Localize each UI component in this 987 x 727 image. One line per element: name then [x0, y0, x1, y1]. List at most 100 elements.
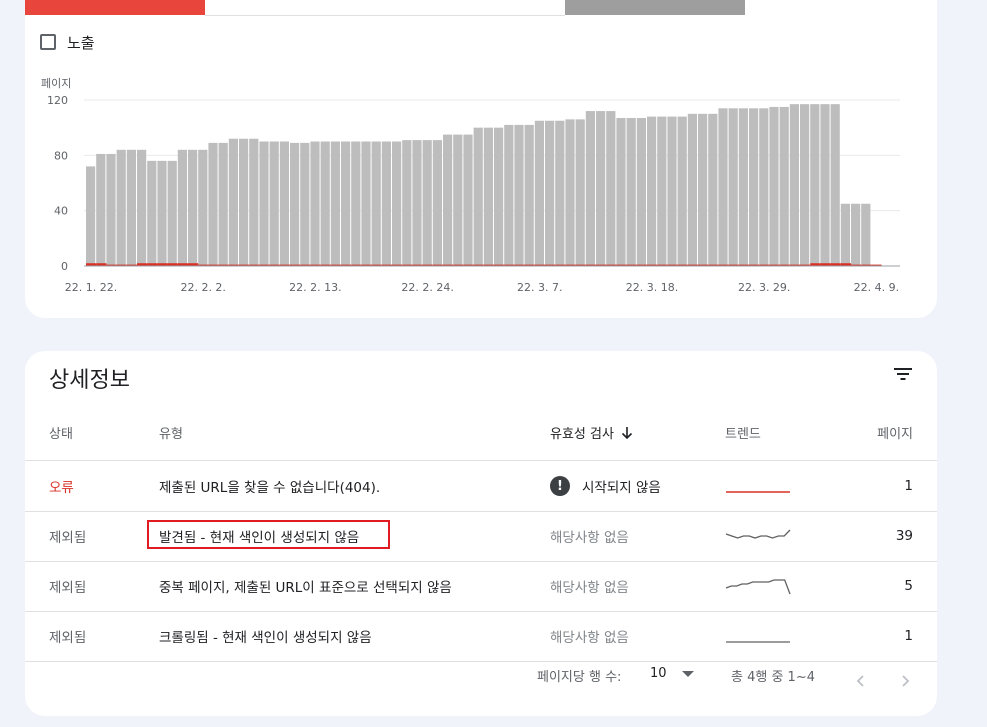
bar: [851, 203, 861, 266]
bar: [361, 141, 371, 266]
type-cell[interactable]: 중복 페이지, 제출된 URL이 표준으로 선택되지 않음: [159, 561, 452, 611]
bar: [677, 116, 687, 266]
bar: [402, 140, 412, 266]
trend-sparkline: [726, 491, 790, 493]
bar: [249, 138, 259, 266]
bar: [463, 134, 473, 266]
validation-text: 시작되지 않음: [582, 480, 661, 496]
bar: [96, 153, 106, 266]
x-tick-label: 22. 2. 2.: [180, 281, 225, 294]
bar: [443, 134, 453, 266]
header-validation-label: 유효성 검사: [550, 427, 614, 442]
bar: [779, 106, 789, 267]
trend-sparkline: [725, 529, 791, 539]
table-row[interactable]: 제외됨 중복 페이지, 제출된 URL이 표준으로 선택되지 않음 해당사항 없…: [25, 561, 937, 612]
type-cell[interactable]: 크롤링됨 - 현재 색인이 생성되지 않음: [159, 611, 372, 661]
range-text: 총 4행 중 1~4: [731, 670, 815, 685]
type-cell[interactable]: 제출된 URL을 찾을 수 없습니다(404).: [159, 461, 380, 511]
bar: [412, 140, 422, 266]
bar: [708, 113, 718, 266]
bar: [330, 141, 340, 266]
header-status[interactable]: 상태: [49, 423, 73, 442]
header-validation[interactable]: 유효성 검사: [550, 423, 634, 442]
bar: [565, 119, 575, 266]
chevron-left-icon[interactable]: [853, 673, 869, 689]
bar: [800, 104, 810, 267]
bar: [239, 138, 249, 266]
bar: [218, 142, 228, 266]
bar: [728, 108, 738, 266]
bar: [861, 203, 871, 266]
filter-icon[interactable]: [893, 365, 913, 383]
header-type[interactable]: 유형: [159, 423, 183, 442]
bar: [188, 149, 198, 266]
bar: [820, 104, 830, 267]
chart-card: 노출 페이지 0 40 80 120 22. 1. 22. 22. 2. 2. 22. 2. …: [25, 0, 937, 318]
bar: [555, 120, 565, 266]
bar: [198, 149, 208, 266]
bar: [483, 127, 493, 266]
trend-cell: [725, 461, 791, 511]
sparkline-path: [725, 529, 791, 539]
x-tick-label: 22. 2. 13.: [289, 281, 341, 294]
bar: [157, 160, 167, 266]
bar: [269, 141, 279, 266]
header-trend: 트렌드: [725, 427, 761, 442]
y-tick-label: 80: [54, 149, 68, 162]
bar: [759, 108, 769, 266]
bar: [769, 106, 779, 267]
rows-per-page-select[interactable]: 10: [650, 666, 695, 681]
table-row[interactable]: 오류 제출된 URL을 찾을 수 없습니다(404). ! 시작되지 않음 1: [25, 461, 937, 512]
bar: [290, 142, 300, 266]
bar: [545, 120, 555, 266]
details-title: 상세정보: [49, 368, 130, 393]
bar: [310, 141, 320, 266]
bar: [504, 124, 514, 266]
trend-cell: [725, 511, 791, 561]
validation-cell: 해당사항 없음: [550, 580, 629, 596]
bar: [840, 203, 850, 266]
bar: [738, 108, 748, 266]
x-tick-label: 22. 1. 22.: [65, 281, 117, 294]
y-axis-label: 페이지: [41, 77, 71, 90]
pages-cell: 1: [904, 628, 913, 644]
table-row[interactable]: 제외됨 발견됨 - 현재 색인이 생성되지 않음 해당사항 없음 39: [25, 511, 937, 562]
bar: [126, 149, 136, 266]
status-cell: 오류: [49, 480, 74, 496]
bar: [371, 141, 381, 266]
x-tick-label: 22. 4. 9.: [854, 281, 899, 294]
bar: [432, 140, 442, 266]
table-row[interactable]: 제외됨 크롤링됨 - 현재 색인이 생성되지 않음 해당사항 없음 1: [25, 611, 937, 662]
bar: [116, 149, 126, 266]
exclamation-icon: !: [550, 476, 570, 496]
bar: [789, 104, 799, 267]
highlight-box: [147, 520, 390, 549]
bar: [657, 116, 667, 266]
bar: [228, 138, 238, 266]
status-cell: 제외됨: [49, 580, 87, 596]
caret-down-icon: [681, 670, 694, 677]
chevron-right-icon[interactable]: [897, 673, 913, 689]
rows-per-page-value: 10: [650, 666, 667, 681]
y-tick-label: 40: [54, 205, 68, 218]
bar: [575, 119, 585, 266]
bar: [749, 108, 759, 266]
bar: [392, 141, 402, 266]
x-tick-label: 22. 3. 7.: [517, 281, 562, 294]
bar: [810, 104, 820, 267]
bar: [259, 141, 269, 266]
bar: [667, 116, 677, 266]
header-pages[interactable]: 페이지: [877, 423, 913, 442]
y-tick-label: 0: [61, 260, 68, 273]
bar: [86, 166, 96, 266]
trend-cell: [725, 561, 791, 611]
validation-cell: ! 시작되지 않음: [550, 461, 661, 511]
bar: [147, 160, 157, 266]
bar: [208, 142, 218, 266]
validation-cell: 해당사항 없음: [550, 630, 629, 646]
bar: [718, 108, 728, 266]
bar: [698, 113, 708, 266]
bar: [453, 134, 463, 266]
bar: [524, 124, 534, 266]
sparkline-path: [725, 579, 791, 595]
